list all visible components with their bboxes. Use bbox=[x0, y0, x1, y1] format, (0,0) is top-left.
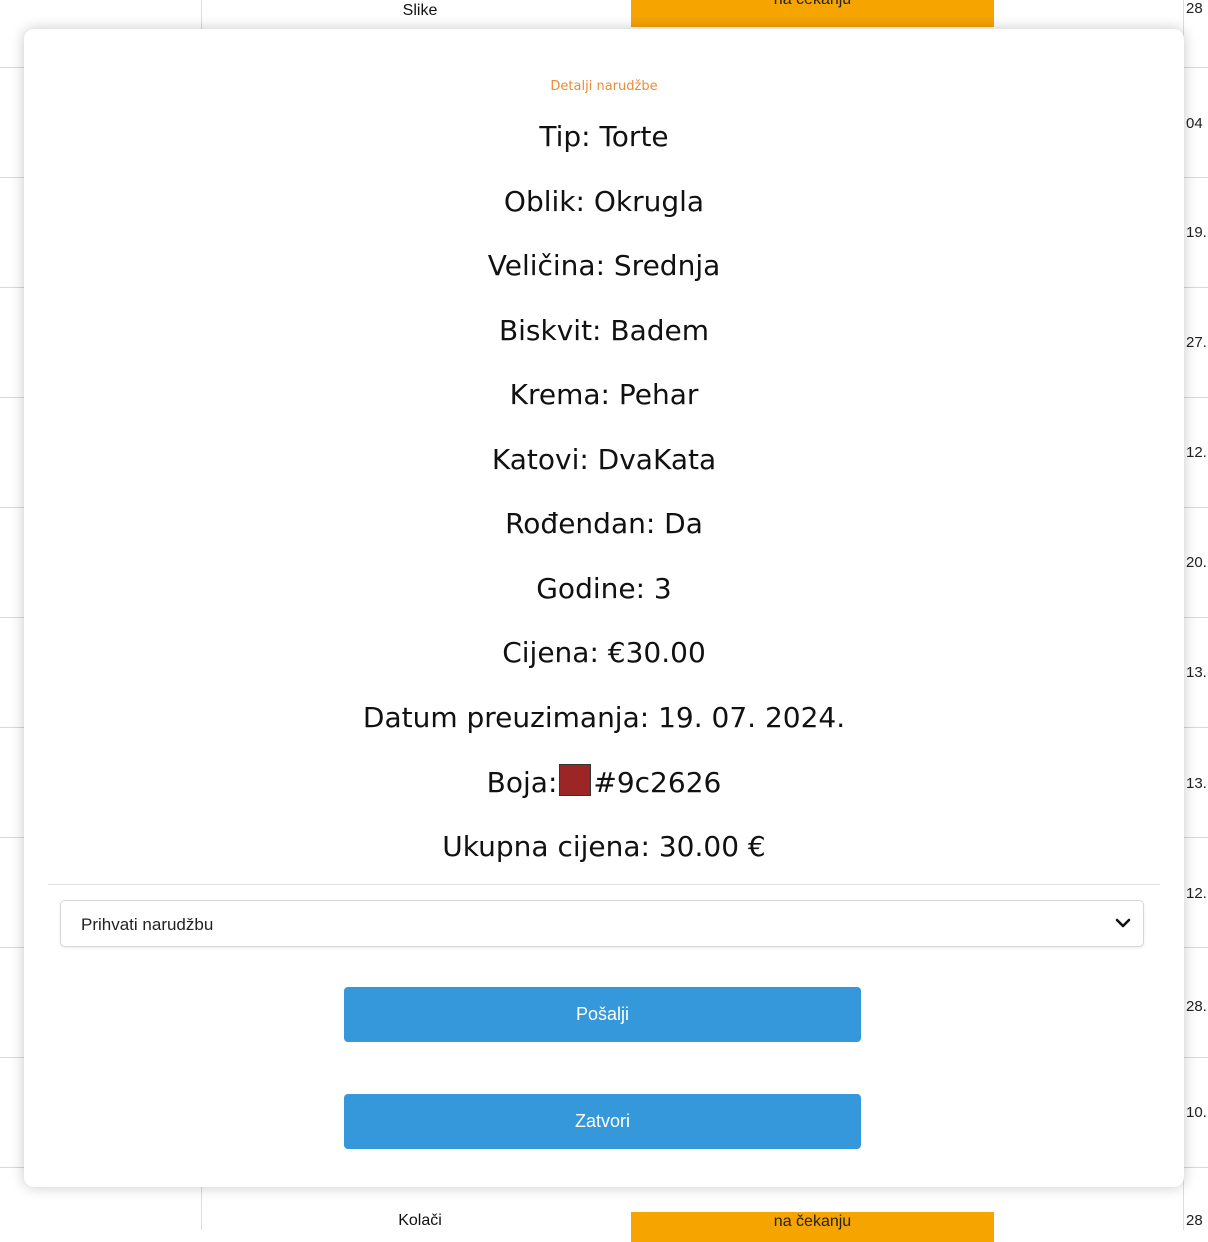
table-cell-date: 13. bbox=[1186, 775, 1207, 792]
order-status-select-value: Prihvati narudžbu bbox=[81, 915, 214, 934]
detail-age: Godine: 3 bbox=[536, 572, 672, 605]
detail-color-label: Boja: bbox=[486, 766, 558, 799]
detail-color: Boja: #9c2626 bbox=[24, 764, 1184, 801]
detail-sponge: Biskvit: Badem bbox=[498, 314, 710, 347]
detail-size: Veličina: Srednja bbox=[487, 249, 721, 282]
order-details-modal: Detalji narudžbe Tip: Torte Oblik: Okrug… bbox=[24, 29, 1184, 1187]
modal-title: Detalji narudžbe bbox=[550, 79, 658, 94]
close-button[interactable]: Zatvori bbox=[344, 1094, 861, 1149]
table-cell-date: 28 bbox=[1186, 1212, 1203, 1229]
detail-pickup-date: Datum preuzimanja: 19. 07. 2024. bbox=[362, 701, 846, 734]
detail-cream: Krema: Pehar bbox=[509, 378, 699, 411]
status-badge: na čekanju bbox=[631, 0, 994, 27]
table-cell-type: Slike bbox=[402, 2, 438, 19]
color-swatch bbox=[559, 764, 592, 796]
table-cell-date: 12. bbox=[1186, 444, 1207, 461]
modal-divider bbox=[48, 884, 1160, 885]
table-cell-date: 12. bbox=[1186, 885, 1207, 902]
status-badge: na čekanju bbox=[631, 1212, 994, 1242]
table-cell-date: 28. bbox=[1186, 998, 1207, 1015]
table-cell-date: 13. bbox=[1186, 664, 1207, 681]
detail-color-value: #9c2626 bbox=[593, 766, 722, 799]
detail-birthday: Rođendan: Da bbox=[505, 507, 703, 540]
detail-shape: Oblik: Okrugla bbox=[503, 185, 705, 218]
status-badge-label: na čekanju bbox=[774, 0, 851, 8]
order-status-select[interactable]: Prihvati narudžbu bbox=[60, 900, 1144, 947]
table-cell-date: 10. bbox=[1186, 1104, 1207, 1121]
detail-price: Cijena: €30.00 bbox=[502, 636, 706, 669]
table-cell-date: 28 bbox=[1186, 0, 1203, 17]
chevron-down-icon bbox=[1115, 918, 1131, 928]
detail-tiers: Katovi: DvaKata bbox=[491, 443, 717, 476]
detail-total-price: Ukupna cijena: 30.00 € bbox=[442, 830, 766, 863]
detail-type: Tip: Torte bbox=[539, 120, 669, 153]
table-cell-date: 20. bbox=[1186, 554, 1207, 571]
table-cell-date: 27. bbox=[1186, 334, 1207, 351]
table-cell-date: 04 bbox=[1186, 115, 1203, 132]
table-cell-type: Kolači bbox=[398, 1212, 442, 1229]
table-cell-date: 19. bbox=[1186, 224, 1207, 241]
send-button[interactable]: Pošalji bbox=[344, 987, 861, 1042]
